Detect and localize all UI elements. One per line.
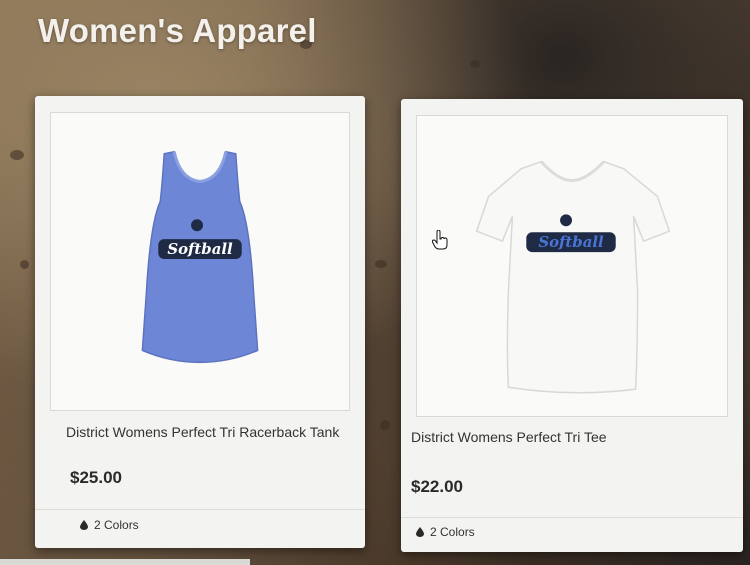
- color-count-label: 2 Colors: [94, 518, 139, 532]
- svg-text:Softball: Softball: [538, 233, 604, 251]
- droplet-icon: [416, 526, 424, 540]
- droplet-icon: [80, 519, 88, 533]
- color-count-label: 2 Colors: [430, 525, 475, 539]
- color-count: 2 Colors: [80, 518, 139, 533]
- status-strip: [0, 559, 250, 565]
- color-count: 2 Colors: [416, 525, 475, 540]
- divider: [401, 517, 743, 518]
- background-speck: [10, 150, 24, 160]
- background-speck: [380, 420, 390, 430]
- product-image[interactable]: Softball: [50, 112, 350, 411]
- page-title: Women's Apparel: [38, 12, 317, 49]
- product-price: $25.00: [70, 468, 122, 487]
- divider: [35, 509, 365, 510]
- product-name[interactable]: District Womens Perfect Tri Tee: [411, 429, 607, 445]
- hand-cursor-icon: [432, 230, 448, 250]
- background-speck: [20, 260, 29, 269]
- product-price: $22.00: [411, 477, 463, 496]
- product-image[interactable]: Softball: [416, 115, 728, 417]
- product-name[interactable]: District Womens Perfect Tri Racerback Ta…: [66, 424, 339, 440]
- product-card-tank[interactable]: Softball District Womens Perfect Tri Rac…: [35, 96, 365, 548]
- background-speck: [375, 260, 387, 268]
- product-card-tee[interactable]: Softball District Womens Perfect Tri Tee…: [401, 99, 743, 552]
- background-speck: [470, 60, 480, 68]
- svg-text:Softball: Softball: [167, 240, 233, 258]
- tank-top-image: Softball: [141, 150, 259, 364]
- tshirt-image: Softball: [475, 160, 671, 394]
